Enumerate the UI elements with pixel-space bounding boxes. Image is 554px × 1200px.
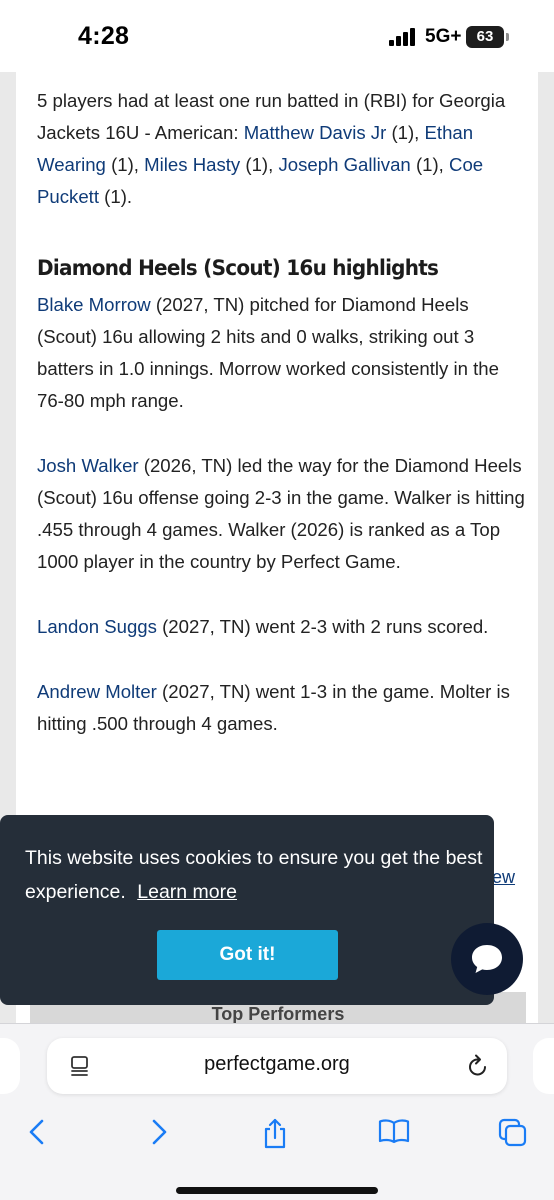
forward-button[interactable]: [134, 1110, 182, 1154]
rbi-count: (1),: [386, 122, 425, 143]
rbi-paragraph: 5 players had at least one run batted in…: [37, 85, 527, 213]
learn-more-link[interactable]: Learn more: [137, 881, 237, 903]
player-link-joseph-gallivan[interactable]: Joseph Gallivan: [278, 154, 410, 175]
next-tab-peek[interactable]: [533, 1038, 554, 1094]
highlight-paragraph: Landon Suggs (2027, TN) went 2-3 with 2 …: [37, 611, 527, 643]
article-body: 5 players had at least one run batted in…: [37, 85, 527, 740]
cookie-message-text: This website uses cookies to ensure you …: [25, 847, 483, 903]
rbi-count: (1).: [99, 186, 133, 207]
forward-icon: [152, 1119, 167, 1145]
rbi-count: (1),: [105, 154, 145, 175]
highlight-paragraph: Blake Morrow (2027, TN) pitched for Diam…: [37, 289, 527, 417]
battery-level: 63: [466, 26, 504, 48]
tabs-button[interactable]: [486, 1110, 534, 1154]
back-button[interactable]: [14, 1110, 62, 1154]
signal-bars-icon: [389, 28, 415, 46]
player-link-matthew-davis-jr[interactable]: Matthew Davis Jr: [244, 122, 387, 143]
bookmarks-button[interactable]: [366, 1110, 414, 1154]
player-link-blake-morrow[interactable]: Blake Morrow: [37, 294, 151, 315]
player-link-landon-suggs[interactable]: Landon Suggs: [37, 616, 157, 637]
reload-icon[interactable]: [467, 1054, 489, 1078]
home-indicator[interactable]: [176, 1187, 378, 1194]
highlight-paragraph: Josh Walker (2026, TN) led the way for t…: [37, 450, 527, 578]
chat-bubble-icon: [472, 945, 502, 973]
highlight-paragraph: Andrew Molter (2027, TN) went 1-3 in the…: [37, 676, 527, 740]
got-it-button[interactable]: Got it!: [157, 930, 338, 980]
rbi-count: (1),: [410, 154, 450, 175]
highlight-text: (2027, TN) went 2-3 with 2 runs scored.: [156, 616, 489, 637]
battery-cap: [506, 33, 509, 41]
address-bar[interactable]: perfectgame.org: [47, 1038, 507, 1094]
status-bar: 4:28 5G+ 63: [0, 0, 554, 72]
view-link[interactable]: ew: [492, 867, 515, 888]
player-link-miles-hasty[interactable]: Miles Hasty: [144, 154, 240, 175]
battery-icon: 63: [466, 26, 510, 48]
url-text[interactable]: perfectgame.org: [47, 1053, 507, 1076]
browser-toolbar: perfectgame.org: [0, 1023, 554, 1200]
status-time: 4:28: [78, 22, 130, 50]
player-link-andrew-molter[interactable]: Andrew Molter: [37, 681, 157, 702]
rbi-count: (1),: [240, 154, 279, 175]
previous-tab-peek[interactable]: [0, 1038, 20, 1094]
chat-button[interactable]: [451, 923, 523, 995]
network-label: 5G+: [425, 26, 462, 47]
section-heading: Diamond Heels (Scout) 16u highlights: [37, 256, 439, 281]
share-icon: [264, 1118, 286, 1149]
bookmarks-icon: [378, 1119, 410, 1144]
cookie-banner: This website uses cookies to ensure you …: [0, 815, 494, 1005]
tabs-icon: [498, 1118, 527, 1147]
cookie-message: This website uses cookies to ensure you …: [25, 841, 485, 909]
player-link-josh-walker[interactable]: Josh Walker: [37, 455, 139, 476]
share-button[interactable]: [250, 1110, 298, 1154]
back-icon: [29, 1119, 44, 1145]
